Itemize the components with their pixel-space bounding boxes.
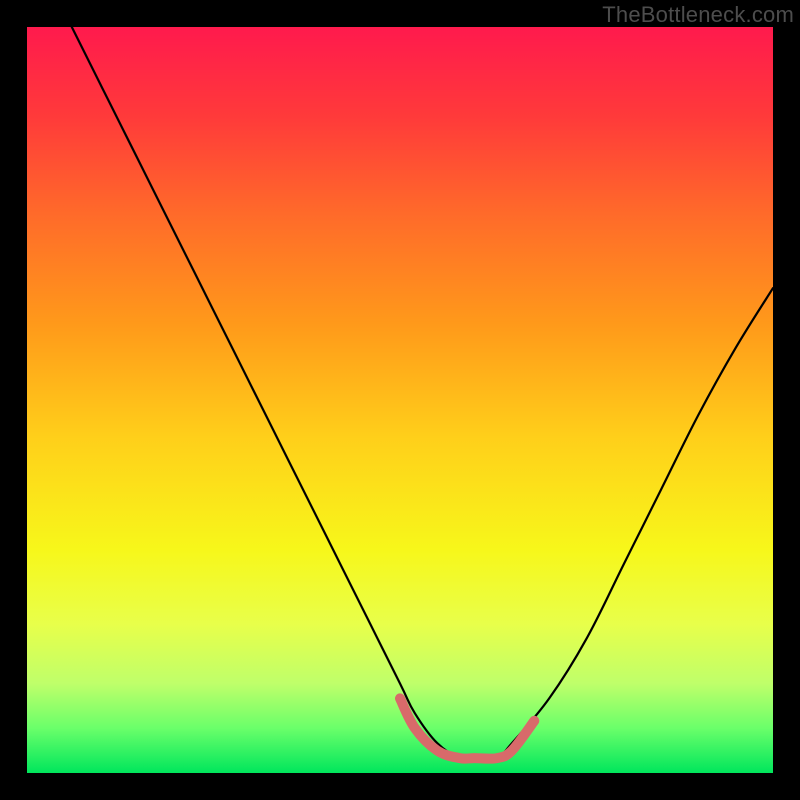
optimal-zone-highlight xyxy=(400,698,534,758)
watermark-text: TheBottleneck.com xyxy=(602,2,794,28)
chart-frame: TheBottleneck.com xyxy=(0,0,800,800)
plot-area xyxy=(27,27,773,773)
curve-svg xyxy=(27,27,773,773)
bottleneck-curve xyxy=(72,27,773,759)
